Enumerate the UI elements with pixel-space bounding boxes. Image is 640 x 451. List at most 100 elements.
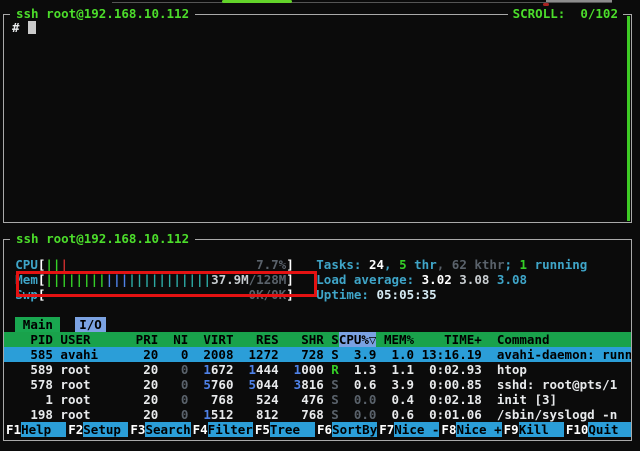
cell-virt: 768 (188, 392, 233, 407)
cell-pid: 585 (15, 347, 53, 362)
cell-text: 672 (211, 362, 234, 377)
ssh-pane-top[interactable]: ssh root@192.168.10.112 SCROLL: 0/102 # (3, 14, 632, 223)
fkey-label-filter[interactable]: Filter (208, 422, 253, 437)
fkey-f10[interactable]: F10 (564, 422, 589, 437)
column-header-cmd[interactable]: Command (482, 332, 631, 347)
process-row[interactable]: 589root200167214441000R1.31.10:02.93htop (4, 362, 631, 377)
cell-ni: 0 (158, 392, 188, 407)
cell-text: 512 (211, 407, 234, 422)
cell-res: 1444 (233, 362, 278, 377)
column-header-pid[interactable]: PID (15, 332, 53, 347)
frame-gray-bar-artifact (546, 0, 612, 2)
column-header-shr[interactable]: SHR (279, 332, 324, 347)
fkey-label-setup[interactable]: Setup (83, 422, 128, 437)
cell-text: 1 (45, 392, 53, 407)
fkey-label-help[interactable]: Help (21, 422, 66, 437)
cell-ni: 0 (158, 347, 188, 362)
fkey-f1[interactable]: F1 (4, 422, 21, 437)
cell-user: root (53, 392, 128, 407)
fkey-label-tree[interactable]: Tree (270, 422, 315, 437)
fkey-label-search[interactable]: Search (145, 422, 190, 437)
column-header-time[interactable]: TIME+ (414, 332, 482, 347)
cell-text: 5 (203, 377, 211, 392)
cell-text: 0 (181, 392, 189, 407)
fkey-f3[interactable]: F3 (128, 422, 145, 437)
process-row[interactable]: 578root200576050443816S0.63.90:00.85sshd… (4, 377, 631, 392)
cell-text: root (60, 392, 90, 407)
cell-text: 0:01.06 (429, 407, 482, 422)
fkey-f9[interactable]: F9 (502, 422, 519, 437)
fkey-f5[interactable]: F5 (253, 422, 270, 437)
fkey-label-nice[interactable]: Nice - (394, 422, 439, 437)
cell-time: 0:01.06 (414, 407, 482, 422)
cell-text: 768 (301, 407, 324, 422)
tasks-stat-text: thr (407, 257, 437, 272)
cell-text: init [3] (497, 392, 557, 407)
column-header-pri[interactable]: PRI (128, 332, 158, 347)
process-row[interactable]: 198root2001512812768S0.00.60:01.06/sbin/… (4, 407, 631, 422)
cpu-meter-bar: |||7.7% (45, 257, 286, 272)
swp-meter-value: 0K/0K (249, 287, 287, 302)
cell-text: S (331, 377, 339, 392)
cell-mem: 0.6 (376, 407, 414, 422)
column-header-ni[interactable]: NI (158, 332, 188, 347)
cell-text: 0 (181, 377, 189, 392)
cell-s: S (324, 347, 339, 362)
prompt-symbol: # (12, 20, 27, 35)
cell-text: S (331, 347, 339, 362)
fkey-f7[interactable]: F7 (377, 422, 394, 437)
pane-scrollbar[interactable] (627, 16, 630, 221)
fkey-f4[interactable]: F4 (191, 422, 208, 437)
fkey-f6[interactable]: F6 (315, 422, 332, 437)
cell-text: 0.6 (391, 407, 414, 422)
tasks-stat-text: ; (504, 257, 519, 272)
cell-text: R (331, 362, 339, 377)
tasks-stat-text: 1 (520, 257, 528, 272)
process-table-header[interactable]: PIDUSERPRINIVIRTRESSHRSCPU%▽MEM%TIME+Com… (4, 332, 631, 347)
cell-text: 0.0 (354, 392, 377, 407)
fkey-f2[interactable]: F2 (66, 422, 83, 437)
cpu-meter[interactable]: CPU[|||7.7%] (15, 257, 293, 272)
fkey-f8[interactable]: F8 (439, 422, 456, 437)
column-header-s[interactable]: S (324, 332, 339, 347)
cell-cpu: 0.6 (339, 377, 377, 392)
fkey-label-sortby[interactable]: SortBy (332, 422, 377, 437)
mem-meter[interactable]: Mem[||||||||||||||||||||||37.9M/128M] (15, 272, 293, 287)
cell-pri: 20 (128, 362, 158, 377)
cell-pri: 20 (128, 407, 158, 422)
column-header-res[interactable]: RES (233, 332, 278, 347)
cell-text: 585 (30, 347, 53, 362)
meter-row-swp: Swp[0K/0K]Uptime: 05:05:35 (4, 287, 631, 302)
scroll-label: SCROLL: (513, 6, 566, 21)
process-row[interactable]: 585avahi20020081272728S3.91.013:16.19ava… (4, 347, 631, 362)
column-header-virt[interactable]: VIRT (188, 332, 233, 347)
cell-text: 20 (143, 407, 158, 422)
column-header-user[interactable]: USER (53, 332, 128, 347)
blank-line (4, 242, 631, 257)
fkey-label-kill[interactable]: Kill (519, 422, 564, 437)
scroll-value: 0/102 (580, 6, 618, 21)
cell-s: S (324, 392, 339, 407)
tab-main[interactable]: Main (15, 317, 60, 332)
column-header-mem[interactable]: MEM% (376, 332, 414, 347)
cell-text: 578 (30, 377, 53, 392)
tab-io[interactable]: I/O (75, 317, 105, 332)
cell-cpu: 1.3 (339, 362, 377, 377)
uptime-stat-text: Uptime: (316, 287, 376, 302)
function-key-bar: F1HelpF2SetupF3SearchF4FilterF5TreeF6Sor… (4, 422, 631, 437)
ssh-pane-bottom[interactable]: ssh root@192.168.10.112 CPU[|||7.7%]Task… (3, 239, 632, 441)
cell-time: 0:02.18 (414, 392, 482, 407)
blank-line (4, 302, 631, 317)
cell-ni: 0 (158, 407, 188, 422)
swp-meter[interactable]: Swp[0K/0K] (15, 287, 293, 302)
process-row[interactable]: 1root200768524476S0.00.40:02.18init [3] (4, 392, 631, 407)
cell-cmd: avahi-daemon: running (482, 347, 631, 362)
cell-text: 0 (181, 407, 189, 422)
cell-text: 000 (301, 362, 324, 377)
fkey-label-quit[interactable]: Quit (588, 422, 631, 437)
column-header-cpu[interactable]: CPU%▽ (339, 332, 377, 347)
fkey-label-nice[interactable]: Nice + (456, 422, 501, 437)
swp-meter-bar: 0K/0K (45, 287, 286, 302)
cell-cmd: sshd: root@pts/1 (482, 377, 631, 392)
cell-text: 0.6 (354, 377, 377, 392)
